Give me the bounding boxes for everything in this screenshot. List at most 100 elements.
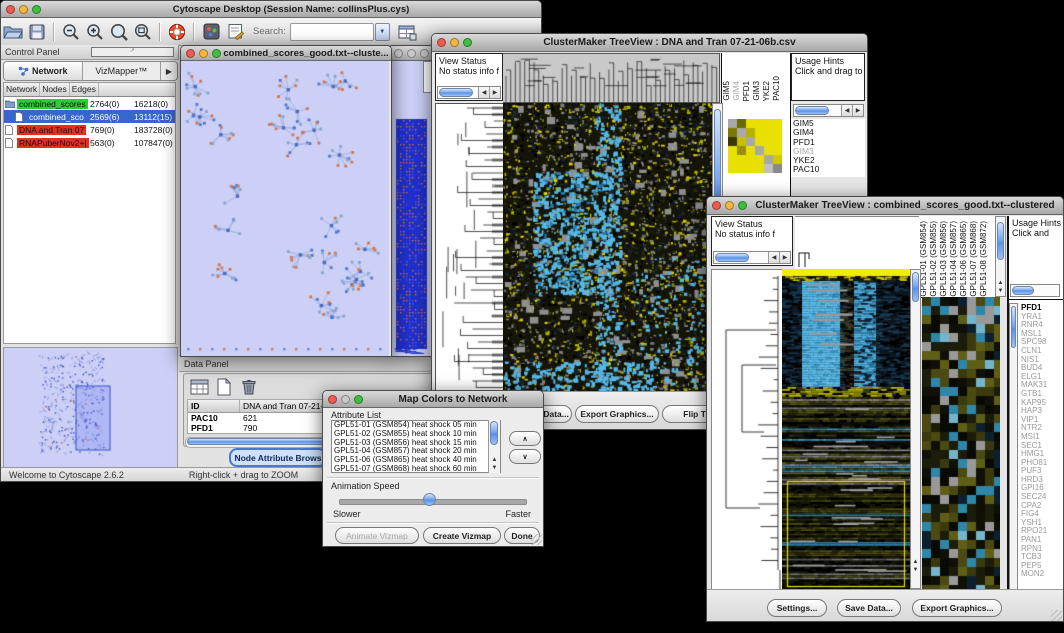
create-vizmap-button[interactable]: Create Vizmap (423, 527, 501, 544)
column-label[interactable]: PAC10 (772, 76, 782, 101)
scrollbar-thumb[interactable] (912, 272, 919, 302)
attribute-item[interactable]: GPL51-07 (GSM868) heat shock 60 min (332, 465, 500, 473)
scroll-up-icon[interactable]: ▲ (911, 558, 920, 566)
network-row[interactable]: combined_sco 2569(6) 13112(15) (4, 110, 175, 123)
scrollbar-thumb[interactable] (439, 88, 473, 97)
column-label[interactable]: GPL51-03 (GSM856) (939, 221, 949, 297)
close-button[interactable] (328, 395, 337, 404)
scroll-left-icon[interactable]: ◀ (841, 105, 852, 116)
column-label[interactable]: GPL51-08 (GSM872) (979, 221, 989, 297)
zoom-button[interactable] (463, 38, 472, 47)
scroll-down-icon[interactable]: ▼ (911, 566, 920, 574)
tv1-titlebar[interactable]: ClusterMaker TreeView : DNA and Tran 07-… (432, 34, 867, 52)
slider-thumb[interactable] (423, 493, 436, 506)
zoom-button[interactable] (354, 395, 363, 404)
vizmapper-icon[interactable] (199, 21, 223, 43)
export-graphics-button[interactable]: Export Graphics... (575, 405, 659, 423)
main-titlebar[interactable]: Cytoscape Desktop (Session Name: collins… (1, 1, 541, 18)
view-status-hscrollbar[interactable]: ◀ ▶ (713, 251, 791, 264)
column-label[interactable]: GPL51-04 (GSM857) (949, 221, 959, 297)
column-label[interactable]: GPL51-06 (GSM865) (959, 221, 969, 297)
scrollbar-thumb[interactable] (715, 253, 749, 262)
scrollbar-thumb[interactable] (490, 421, 498, 445)
help-lifering-icon[interactable] (165, 21, 189, 43)
tab-overflow-arrow[interactable]: ▶ (161, 62, 177, 80)
row-label[interactable]: PAC10 (791, 165, 865, 174)
resize-grip[interactable] (531, 534, 542, 545)
column-label[interactable]: GIM5 (722, 81, 732, 101)
row-dendrogram[interactable] (711, 269, 783, 591)
column-label[interactable]: GIM3 (752, 81, 762, 101)
scrollbar-thumb[interactable] (1012, 286, 1034, 295)
zoom-fit-icon[interactable] (131, 21, 155, 43)
zoom-button[interactable] (420, 49, 429, 58)
zoom-out-icon[interactable] (59, 21, 83, 43)
main-heatmap[interactable] (503, 103, 712, 391)
tab-vizmapper[interactable]: VizMapper™ (83, 62, 162, 80)
zoom-selected-icon[interactable] (107, 21, 131, 43)
search-input[interactable] (290, 23, 374, 41)
minimize-button[interactable] (341, 395, 350, 404)
view-status-hscrollbar[interactable]: ◀ ▶ (437, 86, 501, 99)
scroll-up-icon[interactable]: ▲ (489, 456, 500, 464)
main-heatmap[interactable] (782, 269, 910, 589)
net2-titlebar[interactable] (389, 46, 432, 61)
delete-icon[interactable] (239, 377, 259, 397)
birdseye-canvas[interactable] (4, 348, 175, 465)
list-vscrollbar[interactable]: ▲ ▼ (488, 420, 500, 473)
open-folder-icon[interactable] (1, 21, 25, 43)
scroll-right-icon[interactable]: ▶ (852, 105, 863, 116)
column-label[interactable]: GPL51-02 (GSM855) (929, 221, 939, 297)
gene-label[interactable]: MON2 (1019, 570, 1063, 579)
new-document-icon[interactable] (214, 377, 234, 397)
network-row[interactable]: RNAPuberNov2+| 563(0) 107847(0) (4, 136, 175, 149)
zoom-button[interactable] (212, 49, 221, 58)
birdseye-view[interactable] (3, 347, 178, 468)
close-button[interactable] (6, 5, 15, 14)
scrollbar-thumb[interactable] (1011, 306, 1016, 348)
labels-vscrollbar[interactable]: ▲ ▼ (995, 216, 1006, 297)
settings-button[interactable]: Settings... (767, 599, 827, 617)
column-label[interactable]: YKE2 (762, 81, 772, 101)
close-button[interactable] (712, 201, 721, 210)
scroll-right-icon[interactable]: ▶ (779, 252, 790, 263)
column-header[interactable]: Network (4, 83, 40, 96)
zoom-in-icon[interactable] (83, 21, 107, 43)
annotation-icon[interactable] (223, 21, 247, 43)
minimize-button[interactable] (450, 38, 459, 47)
minimize-button[interactable] (725, 201, 734, 210)
close-button[interactable] (186, 49, 195, 58)
zoom-button[interactable] (738, 201, 747, 210)
scroll-right-icon[interactable]: ▶ (489, 87, 500, 98)
row-dendrogram[interactable] (435, 103, 505, 393)
table-icon[interactable] (189, 377, 209, 397)
dialog-titlebar[interactable]: Map Colors to Network (323, 391, 543, 408)
export-graphics-button[interactable]: Export Graphics... (912, 599, 1002, 617)
save-data-button[interactable]: Save Data... (837, 599, 901, 617)
close-button[interactable] (394, 49, 403, 58)
minimize-button[interactable] (19, 5, 28, 14)
net1-titlebar[interactable]: combined_scores_good.txt--cluste... (181, 46, 391, 61)
move-up-button[interactable]: ∧ (509, 431, 541, 446)
tab-network[interactable]: Network (4, 62, 83, 80)
scrollbar-thumb[interactable] (997, 222, 1004, 260)
column-header[interactable]: Edges (70, 83, 99, 96)
column-dendrogram-area[interactable] (795, 216, 920, 270)
resize-grip[interactable] (1051, 610, 1062, 621)
minimize-button[interactable] (407, 49, 416, 58)
float-panel-icon[interactable]: ↗ (91, 47, 175, 57)
genes-vscrollbar[interactable]: ▲ ▼ (1009, 303, 1018, 621)
node-attribute-browser-button[interactable]: Node Attribute Brows (229, 448, 327, 467)
close-button[interactable] (437, 38, 446, 47)
mini-heatmap[interactable] (728, 119, 782, 173)
scrollbar-thumb[interactable] (795, 106, 829, 115)
scroll-left-icon[interactable]: ◀ (768, 252, 779, 263)
network-canvas-matrix[interactable] (389, 61, 430, 357)
column-dendrogram[interactable] (503, 53, 720, 103)
column-label[interactable]: PFD1 (742, 81, 752, 101)
heatmap-vscrollbar[interactable]: ▲ ▼ (910, 269, 921, 589)
scroll-left-icon[interactable]: ◀ (478, 87, 489, 98)
zoom-button[interactable] (32, 5, 41, 14)
column-label[interactable]: GIM4 (732, 81, 742, 101)
scroll-down-icon[interactable]: ▼ (996, 287, 1005, 295)
